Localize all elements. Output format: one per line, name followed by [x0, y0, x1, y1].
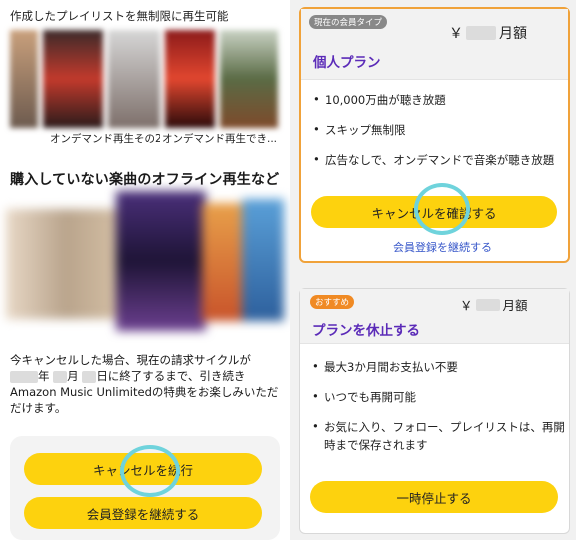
pause-plan-header: おすすめ ￥ 月額 プランを休止する: [300, 289, 569, 344]
info-line-1: 今キャンセルした場合、現在の請求サイクルが: [10, 353, 251, 367]
keep-membership-button[interactable]: 会員登録を継続する: [24, 497, 262, 529]
pause-button[interactable]: 一時停止する: [310, 481, 558, 513]
unlimited-playlist-caption: 作成したプレイリストを無制限に再生可能: [10, 9, 229, 23]
pause-plan-price: ￥ 月額: [460, 298, 528, 313]
pause-plan-card: おすすめ ￥ 月額 プランを休止する 最大3か月間お支払い不要 いつでも再開可能…: [299, 288, 570, 534]
confirm-cancel-button[interactable]: キャンセルを確認する: [311, 196, 557, 228]
feature-item: いつでも再開可能: [312, 389, 567, 405]
info-line-2: 年 月 日に終了するまで、引き続き: [10, 368, 280, 384]
current-plan-card: 現在の会員タイプ ￥ 月額 個人プラン 10,000万曲が聴き放題 スキップ無制…: [299, 7, 570, 263]
thumbnail-caption-2: オンデマンド再生でき...: [162, 133, 278, 145]
redacted-price: [475, 298, 500, 311]
continue-cancel-button[interactable]: キャンセルを続行: [24, 453, 262, 485]
pause-plan-features: 最大3か月間お支払い不要 いつでも再開可能 お気に入り、フォロー、プレイリストは…: [312, 359, 567, 453]
pause-plan-name: プランを休止する: [312, 323, 420, 339]
offline-playback-title: 購入していない楽曲のオフライン再生など: [10, 172, 280, 188]
cancel-flow-panel: 作成したプレイリストを無制限に再生可能 オンデマンド再生その2 オンデマンド再生…: [0, 0, 290, 540]
current-plan-header: 現在の会員タイプ ￥ 月額 個人プラン: [301, 9, 568, 80]
info-line-3: Amazon Music Unlimitedの特典をお楽しみいただ: [10, 385, 279, 399]
feature-item: 最大3か月間お支払い不要: [312, 359, 567, 375]
feature-item: 広告なしで、オンデマンドで音楽が聴き放題: [313, 152, 563, 168]
feature-item-continued: 時まで保存されます: [324, 438, 428, 452]
blurred-album-thumbnails: [6, 191, 284, 331]
plan-options-panel: 現在の会員タイプ ￥ 月額 個人プラン 10,000万曲が聴き放題 スキップ無制…: [290, 0, 576, 540]
current-plan-name: 個人プラン: [313, 55, 381, 71]
continue-membership-link[interactable]: 会員登録を継続する: [393, 239, 492, 255]
cancel-action-area: キャンセルを続行 会員登録を継続する: [10, 436, 280, 540]
current-plan-features: 10,000万曲が聴き放題 スキップ無制限 広告なしで、オンデマンドで音楽が聴き…: [313, 92, 563, 168]
cancel-info-text: 今キャンセルした場合、現在の請求サイクルが 年 月 日に終了するまで、引き続き …: [10, 352, 280, 416]
feature-item: 10,000万曲が聴き放題: [313, 92, 563, 108]
current-plan-price: ￥ 月額: [449, 26, 527, 42]
recommend-tag: おすすめ: [310, 295, 355, 309]
info-line-4: だけます。: [10, 401, 67, 415]
redacted-month: [53, 370, 68, 383]
redacted-price: [466, 26, 496, 40]
current-plan-tag: 現在の会員タイプ: [309, 15, 388, 29]
thumbnail-caption-1: オンデマンド再生その2: [50, 133, 160, 145]
feature-item: スキップ無制限: [313, 122, 563, 138]
redacted-year: [10, 370, 38, 383]
feature-item: お気に入り、フォロー、プレイリストは、再開: [312, 419, 567, 435]
blurred-playlist-thumbnails: [10, 30, 282, 128]
redacted-day: [82, 370, 97, 383]
